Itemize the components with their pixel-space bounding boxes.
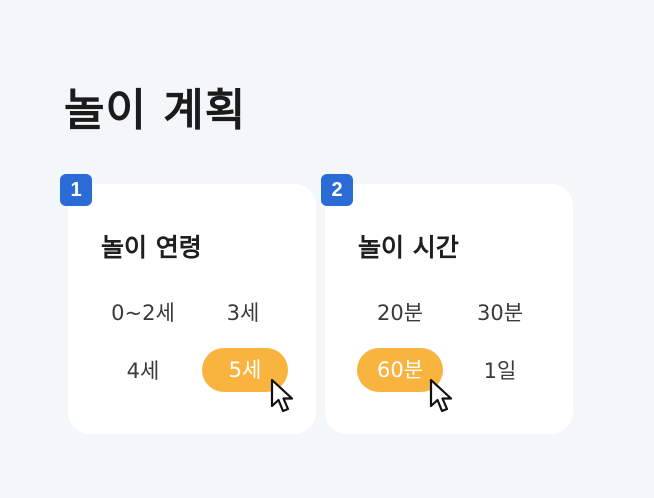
step-badge-1: 1 [60,174,92,206]
age-option-0-2[interactable]: 0~2세 [100,291,186,335]
time-option-20min[interactable]: 20분 [357,291,443,335]
time-card: 놀이 시간 20분 30분 60분 1일 [325,184,573,434]
age-option-4[interactable]: 4세 [100,349,186,393]
step-badge-2: 2 [321,174,353,206]
page-title: 놀이 계획 [64,85,247,136]
time-option-1day[interactable]: 1일 [457,349,543,393]
time-option-30min[interactable]: 30분 [457,291,543,335]
pointer-cursor-icon [270,378,294,413]
age-card: 놀이 연령 0~2세 3세 4세 5세 [68,184,316,434]
age-card-title: 놀이 연령 [101,233,202,262]
pointer-cursor-icon [429,378,453,413]
age-option-3[interactable]: 3세 [200,291,286,335]
time-card-title: 놀이 시간 [358,233,459,262]
